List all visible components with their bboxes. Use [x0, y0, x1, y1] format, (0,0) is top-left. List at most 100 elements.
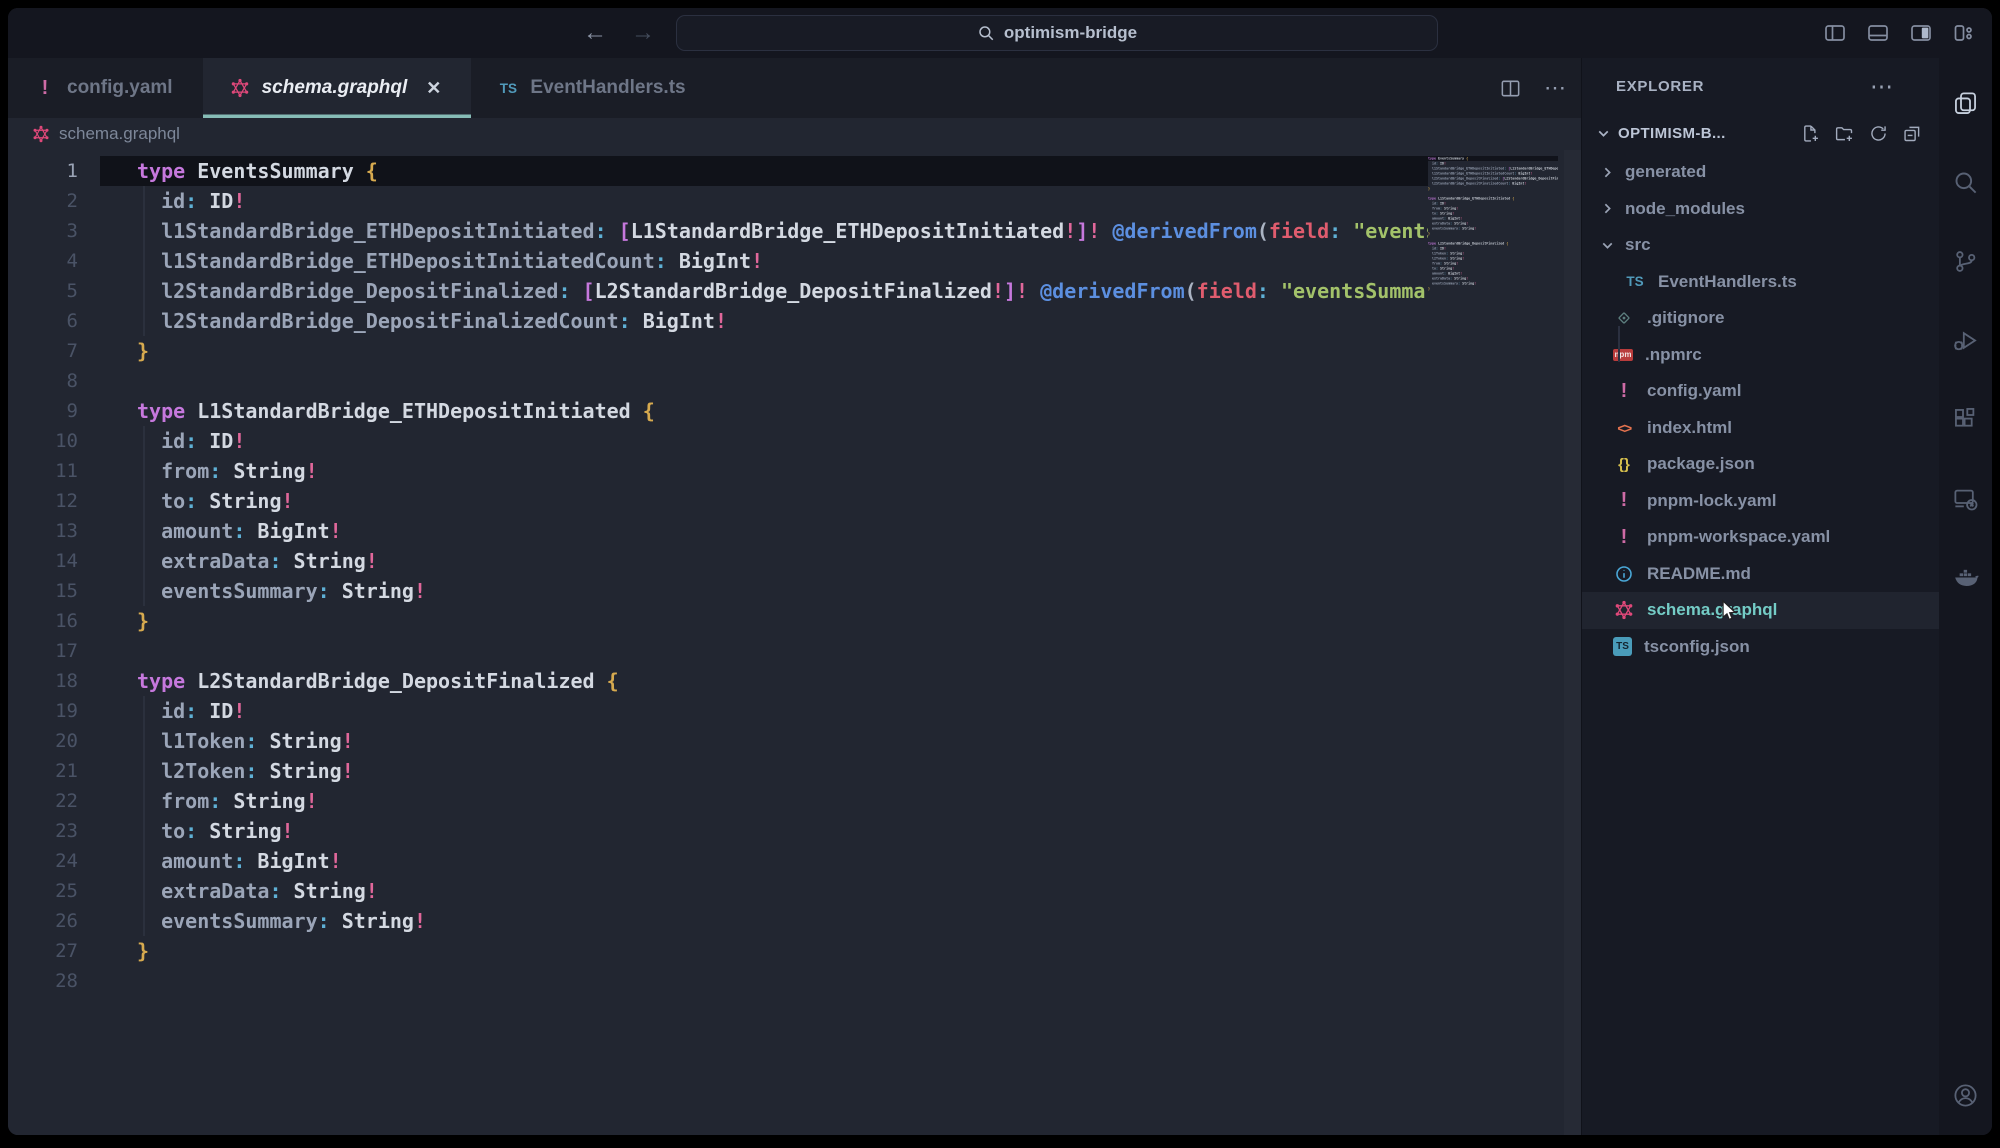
tree-folder-src[interactable]: src	[1582, 227, 1939, 264]
code-line[interactable]: 4 l1StandardBridge_ETHDepositInitiatedCo…	[8, 246, 1581, 276]
code-line[interactable]: 24 amount: BigInt!	[8, 846, 1581, 876]
code-line[interactable]: 21 l2Token: String!	[8, 756, 1581, 786]
ts-icon: TS	[1624, 271, 1646, 293]
remote-explorer-icon[interactable]	[1952, 485, 1979, 512]
back-arrow-icon[interactable]: ←	[583, 19, 607, 47]
code-line[interactable]: 10 id: ID!	[8, 426, 1581, 456]
editor-actions: ⋯	[1499, 58, 1567, 118]
search-icon[interactable]	[1952, 169, 1979, 196]
extensions-icon[interactable]	[1952, 406, 1979, 433]
typescript-icon: TS	[497, 77, 519, 99]
code-line[interactable]: 15 eventsSummary: String!	[8, 576, 1581, 606]
toggle-right-panel-icon[interactable]	[1909, 21, 1933, 45]
file-label: src	[1625, 235, 1651, 255]
code-line[interactable]: 6 l2StandardBridge_DepositFinalizedCount…	[8, 306, 1581, 336]
vscode-window: ← → optimism-bridge	[8, 8, 1992, 1135]
file-label: node_modules	[1625, 199, 1745, 219]
docker-icon[interactable]	[1952, 564, 1979, 591]
line-number: 20	[8, 726, 100, 756]
yaml-icon: !	[1613, 526, 1635, 548]
tree-file-schema-graphql[interactable]: schema.graphql	[1582, 592, 1939, 629]
more-actions-icon[interactable]: ⋯	[1544, 75, 1567, 101]
tab-eventhandlers-ts[interactable]: TS EventHandlers.ts	[471, 58, 715, 118]
code-line[interactable]: 19 id: ID!	[8, 696, 1581, 726]
project-root-row[interactable]: OPTIMISM-B...	[1582, 114, 1939, 152]
explorer-icon[interactable]	[1952, 90, 1979, 117]
tab-config-yaml[interactable]: ! config.yaml	[8, 58, 203, 118]
tree-file-pnpm-lock-yaml[interactable]: !pnpm-lock.yaml	[1582, 483, 1939, 520]
customize-layout-icon[interactable]	[1952, 21, 1976, 45]
tree-file--npmrc[interactable]: npm.npmrc	[1582, 337, 1939, 374]
tree-file-readme-md[interactable]: README.md	[1582, 556, 1939, 593]
graphql-icon	[1613, 599, 1635, 621]
new-file-icon[interactable]	[1800, 123, 1821, 144]
code-line[interactable]: 7}	[8, 336, 1581, 366]
minimap[interactable]: type EventsSummary { id: ID! l1StandardB…	[1428, 156, 1558, 1135]
code-line[interactable]: 1type EventsSummary {	[8, 156, 1581, 186]
code-line[interactable]: 14 extraData: String!	[8, 546, 1581, 576]
tree-file-eventhandlers-ts[interactable]: TSEventHandlers.ts	[1582, 264, 1939, 301]
line-number: 4	[8, 246, 100, 276]
split-editor-icon[interactable]	[1499, 77, 1522, 100]
code-line[interactable]: 8	[8, 366, 1581, 396]
code-line[interactable]: 17	[8, 636, 1581, 666]
code-line[interactable]: 25 extraData: String!	[8, 876, 1581, 906]
indent-guide	[143, 696, 145, 936]
new-folder-icon[interactable]	[1834, 123, 1855, 144]
code-line[interactable]: 11 from: String!	[8, 456, 1581, 486]
npm-icon: npm	[1613, 349, 1633, 361]
run-debug-icon[interactable]	[1952, 327, 1979, 354]
line-content: to: String!	[100, 816, 1581, 846]
code-line[interactable]: 28	[8, 966, 1581, 996]
forward-arrow-icon[interactable]: →	[631, 19, 655, 47]
screen: ← → optimism-bridge	[0, 0, 2000, 1148]
tree-file--gitignore[interactable]: .gitignore	[1582, 300, 1939, 337]
code-line[interactable]: 13 amount: BigInt!	[8, 516, 1581, 546]
code-line[interactable]: 9type L1StandardBridge_ETHDepositInitiat…	[8, 396, 1581, 426]
layout-controls	[1823, 8, 1976, 58]
source-control-icon[interactable]	[1952, 248, 1979, 275]
tree-file-config-yaml[interactable]: !config.yaml	[1582, 373, 1939, 410]
refresh-icon[interactable]	[1868, 123, 1889, 144]
search-value: optimism-bridge	[1004, 23, 1137, 43]
yaml-icon: !	[34, 77, 56, 99]
toggle-left-panel-icon[interactable]	[1823, 21, 1847, 45]
line-number: 15	[8, 576, 100, 606]
scrollbar[interactable]	[1564, 150, 1581, 1135]
command-center-search[interactable]: optimism-bridge	[676, 15, 1438, 51]
yaml-icon: !	[1613, 380, 1635, 402]
tree-file-index-html[interactable]: <>index.html	[1582, 410, 1939, 447]
explorer-actions	[1800, 123, 1923, 144]
code-line[interactable]: 12 to: String!	[8, 486, 1581, 516]
mouse-cursor	[1716, 598, 1742, 624]
code-line[interactable]: 18type L2StandardBridge_DepositFinalized…	[8, 666, 1581, 696]
line-content: eventsSummary: String!	[100, 906, 1581, 936]
code-line[interactable]: 26 eventsSummary: String!	[8, 906, 1581, 936]
tree-folder-generated[interactable]: generated	[1582, 154, 1939, 191]
history-nav: ← →	[583, 8, 655, 58]
code-line[interactable]: 3 l1StandardBridge_ETHDepositInitiated: …	[8, 216, 1581, 246]
code-line[interactable]: 16}	[8, 606, 1581, 636]
breadcrumb-item: schema.graphql	[59, 124, 180, 144]
tree-file-tsconfig-json[interactable]: TStsconfig.json	[1582, 629, 1939, 666]
tree-file-pnpm-workspace-yaml[interactable]: !pnpm-workspace.yaml	[1582, 519, 1939, 556]
line-content: }	[100, 936, 1581, 966]
account-icon[interactable]	[1952, 1082, 1979, 1109]
tree-folder-node-modules[interactable]: node_modules	[1582, 191, 1939, 228]
code-editor[interactable]: 1type EventsSummary {2 id: ID!3 l1Standa…	[8, 150, 1581, 1135]
collapse-all-icon[interactable]	[1902, 123, 1923, 144]
breadcrumb[interactable]: schema.graphql	[8, 118, 1581, 150]
code-line[interactable]: 2 id: ID!	[8, 186, 1581, 216]
close-tab-icon[interactable]: ✕	[426, 78, 441, 99]
tab-schema-graphql[interactable]: schema.graphql ✕	[203, 58, 472, 118]
toggle-bottom-panel-icon[interactable]	[1866, 21, 1890, 45]
code-line[interactable]: 22 from: String!	[8, 786, 1581, 816]
code-line[interactable]: 20 l1Token: String!	[8, 726, 1581, 756]
tree-file-package-json[interactable]: {}package.json	[1582, 446, 1939, 483]
code-line[interactable]: 27}	[8, 936, 1581, 966]
code-line[interactable]: 5 l2StandardBridge_DepositFinalized: [L2…	[8, 276, 1581, 306]
line-content: amount: BigInt!	[100, 516, 1581, 546]
graphql-icon	[229, 77, 251, 99]
line-number: 18	[8, 666, 100, 696]
code-line[interactable]: 23 to: String!	[8, 816, 1581, 846]
